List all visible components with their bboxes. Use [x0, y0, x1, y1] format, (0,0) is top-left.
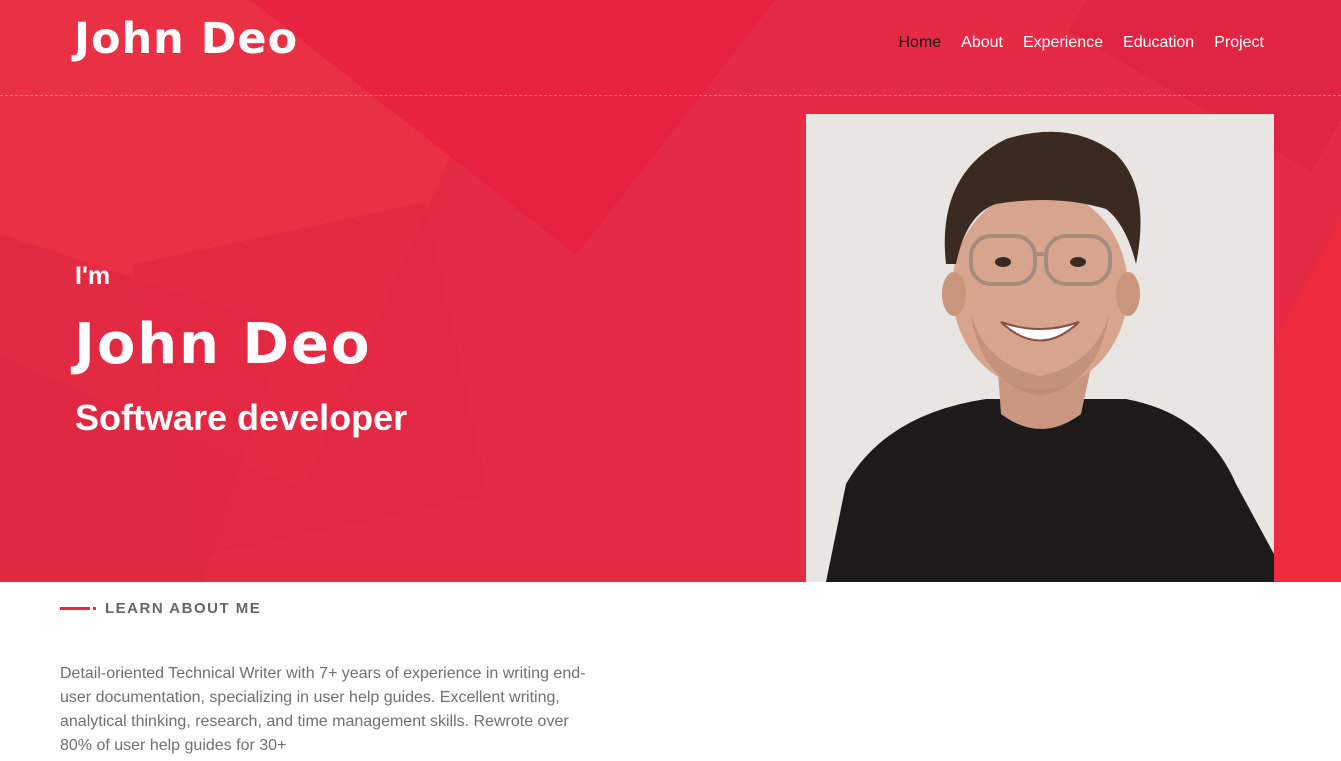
- nav-about[interactable]: About: [961, 34, 1003, 52]
- accent-dot: [93, 607, 96, 610]
- profile-photo: [806, 114, 1274, 582]
- accent-line: [60, 607, 90, 610]
- about-section-label: LEARN ABOUT ME: [60, 600, 261, 617]
- about-description: Detail-oriented Technical Writer with 7+…: [60, 665, 586, 754]
- nav-experience[interactable]: Experience: [1023, 34, 1103, 52]
- main-nav: Home About Experience Education Project: [878, 34, 1264, 52]
- portrait-photo-icon: [806, 114, 1274, 582]
- nav-education[interactable]: Education: [1123, 34, 1194, 52]
- hero-name: John Deo: [74, 312, 372, 377]
- background-shape: [132, 202, 488, 558]
- site-logo[interactable]: John Deo: [74, 14, 298, 64]
- about-label-text: LEARN ABOUT ME: [105, 600, 262, 617]
- nav-project[interactable]: Project: [1214, 34, 1264, 52]
- hero-role: Software developer: [75, 397, 408, 438]
- hero-section: John Deo Home About Experience Education…: [0, 0, 1341, 582]
- hero-greeting: I'm: [75, 262, 111, 290]
- site-header: John Deo Home About Experience Education…: [0, 0, 1341, 96]
- nav-home[interactable]: Home: [898, 34, 941, 52]
